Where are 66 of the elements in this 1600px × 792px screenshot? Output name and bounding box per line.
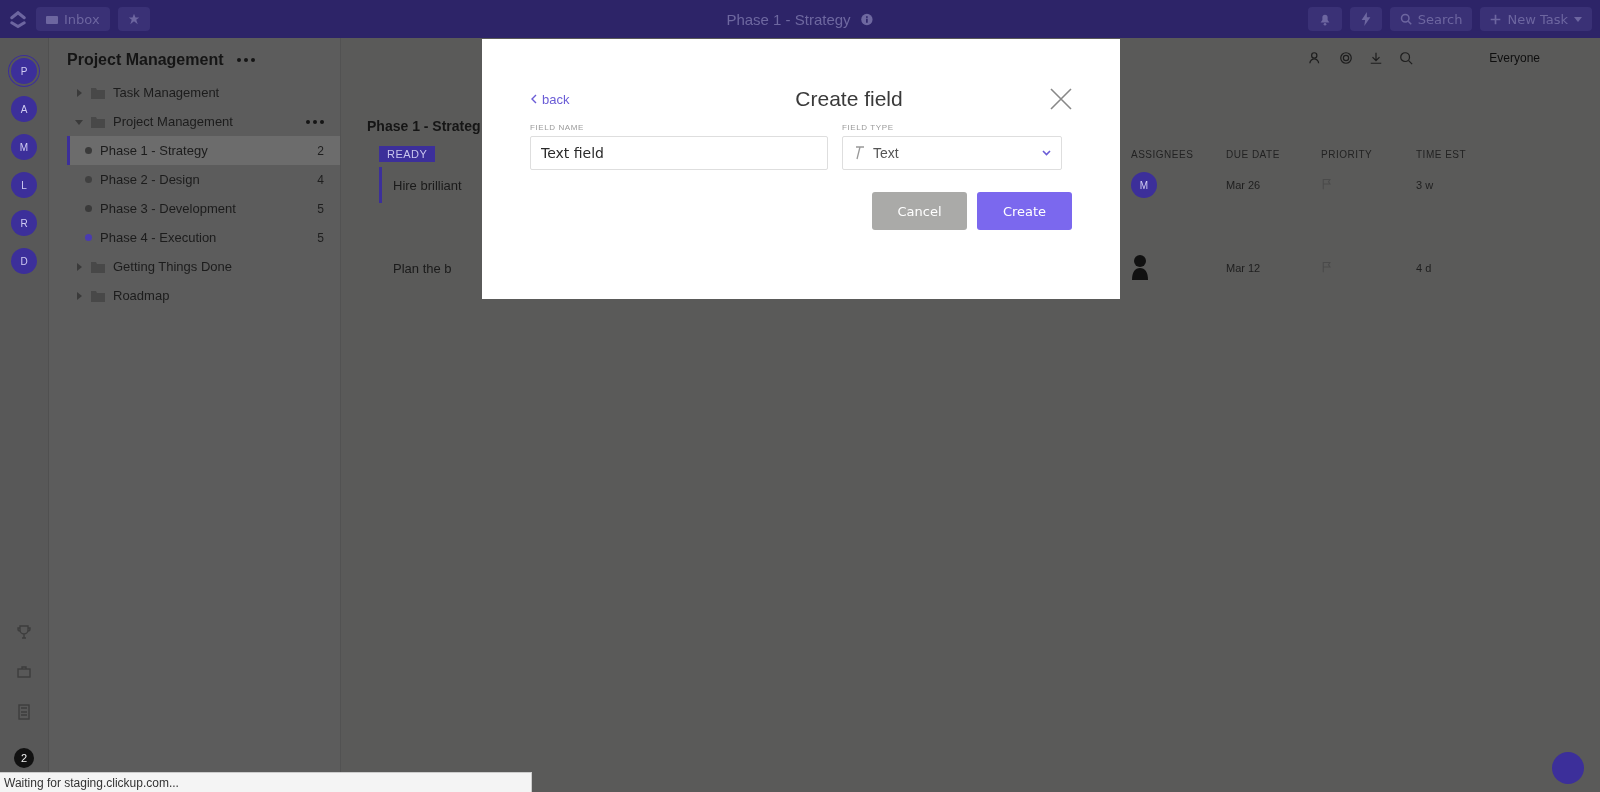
workspace-avatar[interactable]: A	[11, 96, 37, 122]
list-item[interactable]: Phase 4 - Execution 5	[67, 223, 340, 252]
caret-icon[interactable]	[75, 262, 83, 271]
list-item[interactable]: Phase 2 - Design 4	[67, 165, 340, 194]
due-date: Mar 12	[1226, 262, 1262, 274]
back-link[interactable]: back	[530, 91, 650, 107]
column-header: DUE DATE	[1226, 148, 1281, 160]
column-header: PRIORITY	[1321, 148, 1374, 160]
chevron-left-icon	[530, 94, 538, 104]
trophy-icon	[16, 624, 32, 640]
assignee-filter[interactable]: Everyone	[1489, 51, 1540, 65]
workspace-avatar[interactable]: M	[11, 134, 37, 160]
tree-item[interactable]: Task Management	[67, 78, 340, 107]
list-item[interactable]: Phase 3 - Development 5	[67, 194, 340, 223]
tree-item[interactable]: Project Management	[67, 107, 340, 136]
notification-count: 2	[14, 748, 34, 768]
task-name[interactable]: Plan the b	[393, 260, 452, 276]
caret-icon	[1574, 15, 1582, 23]
tray-icon	[46, 14, 58, 24]
notifications-button[interactable]	[1307, 7, 1342, 31]
field-name-input[interactable]: Text field	[530, 136, 828, 170]
search-icon	[1399, 13, 1412, 25]
list-item[interactable]: Phase 1 - Strategy 2	[67, 136, 340, 165]
caret-icon[interactable]	[75, 117, 83, 126]
download-icon	[1369, 51, 1384, 65]
workspace-avatar[interactable]: P	[11, 58, 37, 84]
notepad-button[interactable]	[1552, 752, 1584, 784]
briefcase-icon	[16, 664, 32, 680]
page-title: Phase 1 - Strategy	[726, 10, 851, 28]
star-icon	[127, 13, 140, 25]
caret-icon[interactable]	[75, 291, 83, 300]
cancel-button[interactable]: Cancel	[872, 192, 967, 230]
text-type-icon	[853, 146, 865, 160]
workspace-avatar[interactable]: R	[11, 210, 37, 236]
more-icon[interactable]	[237, 58, 256, 62]
sidebar-title: Project Management	[67, 51, 224, 69]
group-title: Phase 1 - Strateg	[367, 118, 481, 134]
field-label: FIELD NAME	[530, 123, 585, 132]
avatar-silhouette[interactable]	[1131, 253, 1149, 280]
info-icon[interactable]	[860, 12, 874, 26]
column-header: ASSIGNEES	[1131, 148, 1195, 160]
more-icon[interactable]	[306, 119, 324, 124]
tree-item[interactable]: Getting Things Done	[67, 252, 340, 281]
status-bar: Waiting for staging.clickup.com...	[0, 772, 532, 792]
lightning-button[interactable]	[1349, 7, 1382, 31]
search-icon	[1399, 51, 1414, 65]
workspace-avatar[interactable]: D	[11, 248, 37, 274]
close-button[interactable]	[1048, 86, 1074, 112]
logo-icon[interactable]	[8, 9, 28, 29]
field-label: FIELD TYPE	[842, 123, 895, 132]
field-type-dropdown[interactable]: Text	[842, 136, 1062, 170]
calculator-icon	[16, 704, 32, 720]
create-button[interactable]: Create	[977, 192, 1072, 230]
star-button[interactable]	[117, 7, 150, 31]
caret-icon[interactable]	[75, 88, 83, 97]
lightning-icon	[1359, 12, 1372, 26]
workspace-avatar[interactable]: L	[11, 172, 37, 198]
column-header: TIME EST	[1416, 148, 1468, 160]
tree-item[interactable]: Roadmap	[67, 281, 340, 310]
plus-icon	[1490, 13, 1502, 25]
task-name[interactable]: Hire brilliant	[393, 177, 462, 193]
assignee-avatar[interactable]: M	[1131, 172, 1157, 198]
chevron-down-icon	[1042, 150, 1051, 156]
status-badge: READY	[379, 146, 436, 162]
dialog-title: Create field	[795, 87, 903, 111]
time-estimate: 3 w	[1416, 179, 1435, 191]
